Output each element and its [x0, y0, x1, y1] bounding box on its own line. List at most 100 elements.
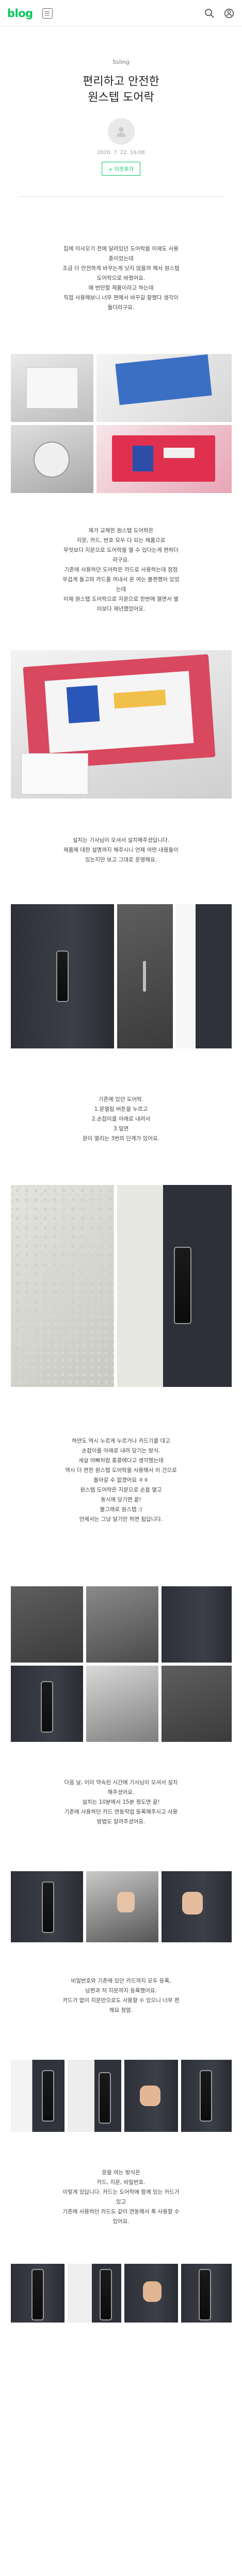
paragraph-line: 직접 사용해보니 너무 편해서 바꾸길 잘했다 생각이 — [63, 295, 179, 301]
paragraph-line: 집에 이사오기 전에 달려있던 도어락을 이제도 사용 — [63, 246, 179, 252]
final-photo[interactable] — [181, 2264, 232, 2323]
post-title: 편리하고 안전한 원스텝 도어락 — [0, 74, 242, 106]
install-photo[interactable] — [161, 1586, 232, 1663]
paragraph-line: 역시 더 편한 원스텝 도어락을 사용해서 이 건으로 — [65, 1467, 177, 1473]
photo-row — [10, 425, 232, 493]
paragraph-line: 제가 교체한 원스텝 도어락은 — [88, 528, 154, 534]
paragraph-line: 해요 정말. — [109, 2007, 133, 2013]
paragraph-line: 카드가 없이 지문만으로도 사용할 수 있으니 너무 편 — [62, 1997, 180, 2004]
new-lock-photo[interactable] — [117, 1185, 232, 1387]
paragraph-line: 설치는 10분에서 15분 정도면 끝! — [82, 1799, 160, 1805]
paragraph-line: 조금 더 안전하게 바꾸는게 낫지 않을까 해서 원스텝 — [62, 265, 180, 272]
paragraph-line: 있는지만 보고 그대로 운영해요. — [85, 857, 157, 863]
photo-row — [10, 1871, 232, 1942]
post-date: 2020. 7. 22. 16:08 — [97, 150, 145, 156]
paragraph-line: 문이 열리는 3번의 단계가 있어요. — [83, 1136, 159, 1142]
lock-method-photo[interactable] — [124, 2060, 178, 2132]
paragraph: 비밀번호와 기존에 있던 카드까지 모두 등록, 남편과 저 지문까지 등록했어요… — [28, 1976, 214, 2015]
photo-row — [10, 2060, 232, 2132]
paragraph-line: 다음 날, 이미 약속된 시간에 기사님이 오셔서 설치 — [64, 1780, 178, 1786]
final-photo[interactable] — [10, 2264, 64, 2323]
post-title-line: 원스텝 도어락 — [88, 91, 154, 104]
paragraph: 문을 여는 방식은카드, 지문, 비밀번호. 이렇게 있답니다. 카드는 도어락에… — [28, 2168, 214, 2227]
add-neighbor-button[interactable]: + 이웃추가 — [102, 162, 140, 176]
photo-row — [10, 904, 232, 1048]
photo-row — [10, 1666, 232, 1742]
paragraph-line: 매 번만할 제품이라고 하는데 — [88, 285, 154, 291]
install-photo[interactable] — [10, 1586, 83, 1663]
paragraph: 기존에 있던 도어락. 1.문열림 버튼을 누르고 2.손잡이를 아래로 내려서 3.… — [28, 1095, 214, 1144]
photo-row — [10, 2264, 232, 2323]
opened-box-photo[interactable] — [10, 650, 232, 799]
install-photo[interactable] — [161, 1666, 232, 1742]
paragraph-line: 방법도 알려주셨어요. — [96, 1819, 146, 1825]
paragraph-line: 2.손잡이를 아래로 내려서 — [91, 1116, 151, 1122]
divider — [18, 196, 224, 197]
paragraph-line: 카드, 지문, 비밀번호. — [96, 2179, 146, 2185]
post-header: Ssling 편리하고 안전한 원스텝 도어락 2020. 7. 22. 16:… — [0, 27, 242, 176]
paragraph-line: 언제서는 그냥 달기만 하면 됩답니다. — [79, 1516, 163, 1522]
paragraph-line: 설치는 기사님이 오셔서 설치해주셨답니다. — [72, 837, 170, 843]
paragraph-line: 무엇보다 지문으로 도어락을 열 수 있다는게 편하더 — [63, 547, 179, 553]
install-photo[interactable] — [86, 1586, 158, 1663]
paragraph: 다음 날, 이미 약속된 시간에 기사님이 오셔서 설치해주셨어요. 설치는 10… — [28, 1778, 214, 1827]
final-photo[interactable] — [67, 2264, 121, 2323]
usage-photo[interactable] — [10, 1871, 83, 1942]
paragraph-line: 라구요. — [112, 557, 130, 563]
paragraph: 설치는 기사님이 오셔서 설치해주셨답니다. 제품에 대한 설명까지 해주시니 언… — [28, 836, 214, 865]
lock-method-photo[interactable] — [181, 2060, 232, 2132]
usage-photo[interactable] — [161, 1871, 232, 1942]
usage-photo[interactable] — [86, 1871, 158, 1942]
paragraph-line: 3.밀면 — [113, 1126, 129, 1132]
paragraph-line: 있고 — [116, 2199, 126, 2205]
paragraph-line: 문을 여는 방식은 — [102, 2170, 140, 2176]
paragraph-line: 기존에 사용하던 도어락은 카드로 사용하는데 점점 — [64, 567, 178, 573]
wall-photo[interactable] — [10, 1185, 114, 1387]
paragraph-line: 있어요. — [112, 2218, 130, 2225]
paragraph-line: 이렇게 있답니다. 카드는 도어락에 함께 있는 카드가 — [62, 2189, 180, 2195]
blog-logo[interactable]: blog — [7, 7, 33, 20]
top-actions — [204, 8, 235, 19]
paragraph-line: 1.문열림 버튼을 누르고 — [94, 1106, 148, 1112]
lock-method-photo[interactable] — [10, 2060, 64, 2132]
post-title-line: 편리하고 안전한 — [83, 75, 159, 88]
post-category[interactable]: Ssling — [0, 59, 242, 65]
paragraph-line: 기존에 사용하던 카드 연동작업 등록해주시고 사용 — [64, 1809, 178, 1815]
product-box-photo[interactable] — [96, 354, 232, 422]
door-handle-photo[interactable] — [117, 904, 173, 1048]
menu-icon[interactable] — [42, 8, 53, 19]
paragraph-line: 무겁게 들고와 카드를 꺼내서 문 여는 불편했어 있었 — [62, 577, 180, 583]
avatar[interactable] — [107, 118, 135, 145]
paragraph-line: 동시에 당기면 끝! — [101, 1497, 141, 1503]
photo-row — [10, 354, 232, 422]
paragraph-line: 비밀번호와 기존에 있던 카드까지 모두 등록, — [71, 1978, 171, 1984]
final-photo[interactable] — [124, 2264, 178, 2323]
more-icon[interactable] — [223, 8, 235, 19]
paragraph-line: 해주셨어요. — [107, 1789, 135, 1795]
user-icon — [116, 127, 126, 137]
paragraph-line: 이보다 제년했었어요. — [96, 606, 146, 612]
paragraph-line: 는데 — [116, 586, 126, 592]
old-lock-photo[interactable] — [10, 904, 114, 1048]
paragraph-line: 지문, 카드, 번호 모두 다 되는 제품으로 — [76, 537, 166, 544]
paragraph: 하얀도 역시 누르게 누르거나 카드기를 대고 손잡이를 아래로 내려 당기는 방… — [28, 1436, 214, 1524]
lock-method-photo[interactable] — [67, 2060, 121, 2132]
blog-page: blog Ssling 편리하고 안전한 원스텝 도어락 2020. 7. 22… — [0, 0, 242, 2353]
paragraph-line: 기존에 있던 도어락. — [98, 1096, 144, 1103]
install-photo[interactable] — [86, 1666, 158, 1742]
paragraph-line: 기존에 사용하던 카드도 같이 연동해서 폭 사용할 수 — [62, 2209, 180, 2215]
product-manual-photo[interactable] — [10, 425, 93, 493]
door-side-photo[interactable] — [175, 904, 232, 1048]
install-photo[interactable] — [10, 1666, 83, 1742]
product-box-photo[interactable] — [10, 354, 93, 422]
product-parts-photo[interactable] — [96, 425, 232, 493]
paragraph-line: 돌아갈 수 없겠어요 ㅎㅎ — [93, 1477, 149, 1483]
paragraph-line: 원스텝 도어락은 지문으로 손을 열고 — [80, 1487, 162, 1493]
photo-row — [10, 1185, 232, 1387]
footer-spacer — [0, 2323, 242, 2353]
paragraph-line: 남편과 저 지문까지 등록했어요. — [85, 1988, 157, 1994]
paragraph-line: 이제 원스텝 도어락으로 지문으로 한번에 열면서 별 — [63, 596, 179, 602]
search-icon[interactable] — [204, 8, 215, 19]
paragraph: 제가 교체한 원스텝 도어락은지문, 카드, 번호 모두 다 되는 제품으로무엇… — [28, 526, 214, 614]
paragraph-line: 하얀도 역시 누르게 누르거나 카드기를 대고 — [72, 1438, 170, 1444]
